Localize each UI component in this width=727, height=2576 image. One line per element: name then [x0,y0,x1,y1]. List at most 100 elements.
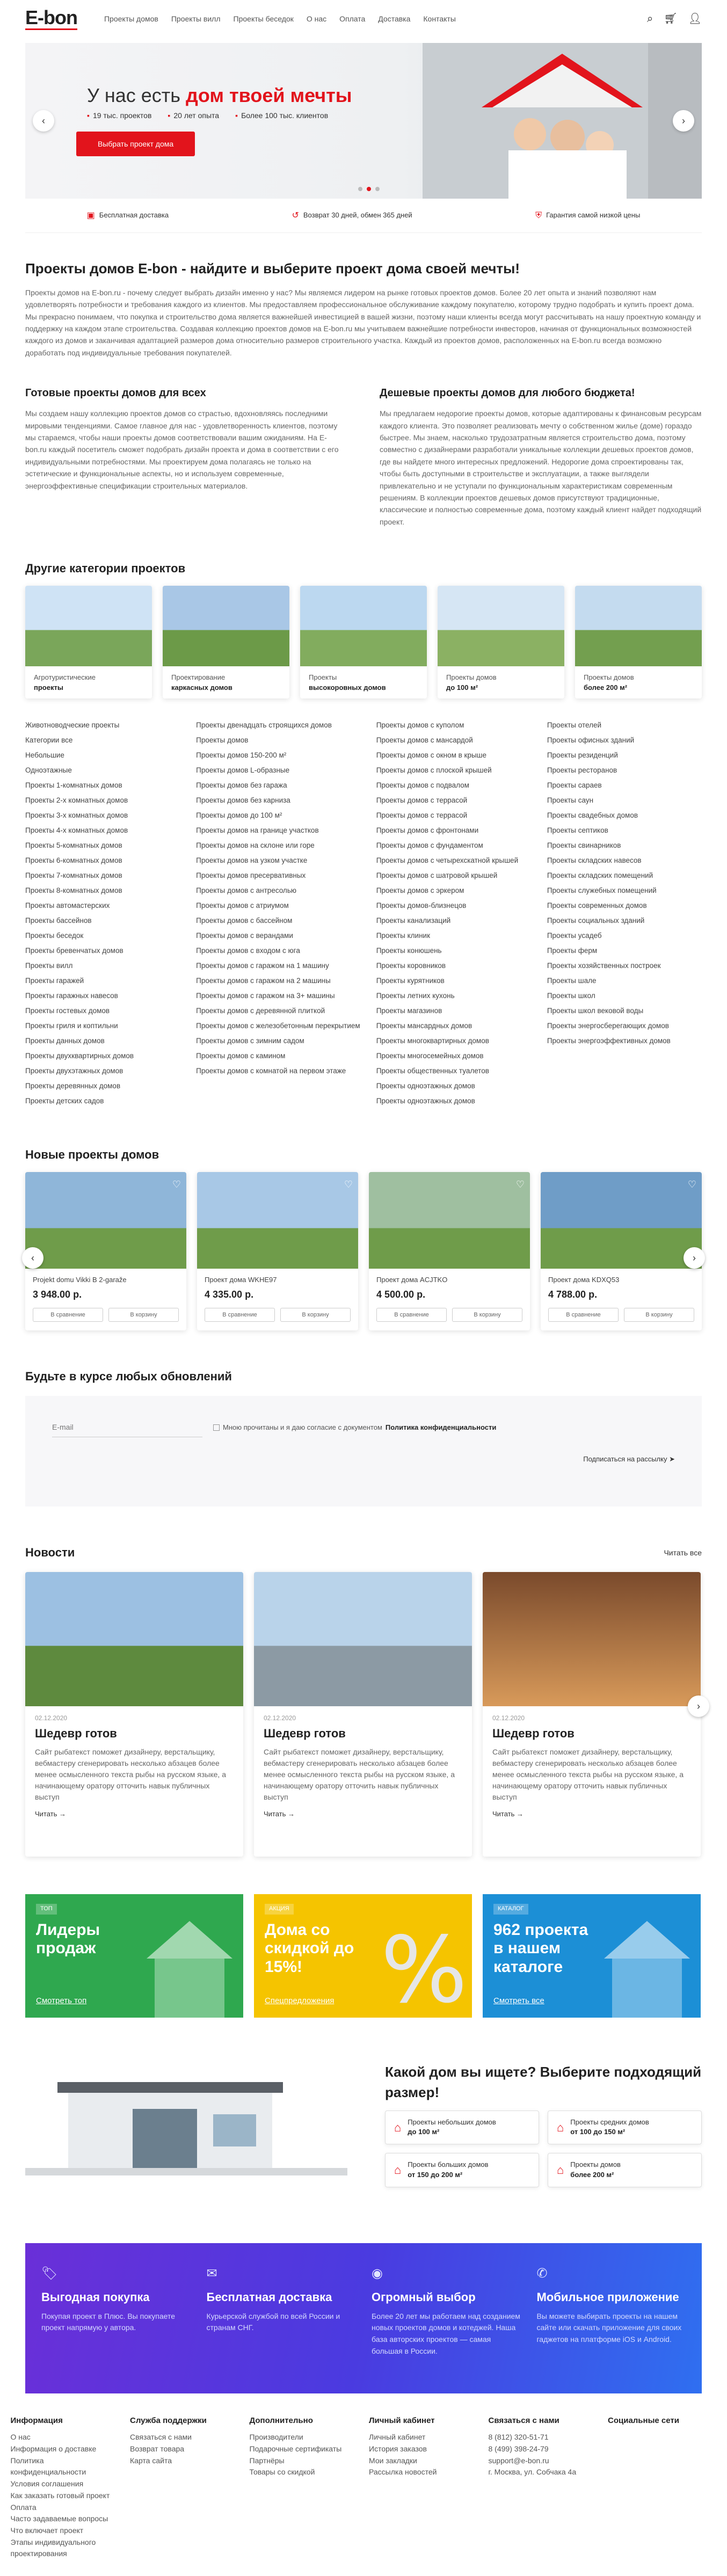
category-link[interactable]: Проекты одноэтажных домов [376,1094,531,1109]
category-card[interactable]: Проекты домов более 200 м² [575,586,702,698]
category-link[interactable]: Проекты ресторанов [547,763,702,778]
category-link[interactable]: Проекты домов с комнатой на первом этаже [196,1064,360,1079]
category-link[interactable]: Проекты гаражных навесов [25,988,180,1003]
category-link[interactable]: Проекты 1-комнатных домов [25,778,180,793]
category-link[interactable]: Проекты мансардных домов [376,1018,531,1034]
category-link[interactable]: Проекты курятников [376,973,531,988]
footer-link[interactable]: 8 (499) 398-24-79 [489,2443,598,2455]
category-link[interactable]: Проекты бассейнов [25,913,180,928]
category-link[interactable]: Проекты двенадцать строящихся домов [196,718,360,733]
category-link[interactable]: Проекты 5-комнатных домов [25,838,180,853]
category-link[interactable]: Проекты многосемейных домов [376,1049,531,1064]
category-link[interactable]: Проекты домов на узком участке [196,853,360,868]
subscribe-button[interactable]: Подписаться на рассылку ➤ [583,1455,675,1464]
category-link[interactable]: Проекты детских садов [25,1094,180,1109]
footer-link[interactable]: Возврат товара [130,2443,239,2455]
size-option-button[interactable]: ⌂ Проекты средних домов от 100 до 150 м² [548,2110,702,2145]
news-card[interactable]: 02.12.2020 Шедевр готов Сайт рыбатекст п… [25,1571,243,1857]
footer-link[interactable]: О нас [11,2432,120,2443]
chevron-right-icon[interactable]: › [688,1695,709,1717]
footer-link[interactable]: Оплата [11,2502,120,2514]
category-card[interactable]: Проекты домов до 100 м² [438,586,564,698]
footer-link[interactable]: История заказов [369,2443,478,2455]
category-link[interactable]: Проекты деревянных домов [25,1079,180,1094]
category-link[interactable]: Проекты складских навесов [547,853,702,868]
size-option-button[interactable]: ⌂ Проекты небольших домов до 100 м² [385,2110,539,2145]
category-link[interactable]: Проекты домов с камином [196,1049,360,1064]
heart-icon[interactable]: ♡ [172,1177,181,1191]
category-link[interactable]: Проекты общественных туалетов [376,1064,531,1079]
category-link[interactable]: Проекты домов с гаражом на 2 машины [196,973,360,988]
footer-link[interactable]: г. Москва, ул. Собчака 4а [489,2466,598,2478]
checkbox[interactable] [213,1424,220,1431]
add-to-cart-button[interactable]: В корзину [452,1307,522,1322]
category-link[interactable]: Проекты энергоэффективных домов [547,1034,702,1049]
category-link[interactable]: Проекты ферм [547,943,702,958]
category-link[interactable]: Проекты одноэтажных домов [376,1079,531,1094]
size-option-button[interactable]: ⌂ Проекты домов более 200 м² [548,2153,702,2187]
category-link[interactable]: Проекты гриля и коптильни [25,1018,180,1034]
category-link[interactable]: Проекты домов без гаража [196,778,360,793]
category-link[interactable]: Проекты канализаций [376,913,531,928]
cart-icon[interactable]: 🛒︎ [664,11,677,27]
category-link[interactable]: Проекты многоквартирных домов [376,1034,531,1049]
footer-link[interactable]: Товары со скидкой [250,2466,359,2478]
chevron-left-icon[interactable]: ‹ [33,110,54,132]
category-link[interactable]: Проекты домов с железобетонным перекрыти… [196,1018,360,1034]
news-card[interactable]: 02.12.2020 Шедевр готов Сайт рыбатекст п… [254,1571,472,1857]
promo-link[interactable]: Смотреть все [493,1995,544,2007]
category-link[interactable]: Проекты домов с куполом [376,718,531,733]
category-link[interactable]: Проекты домов с террасой [376,793,531,808]
category-link[interactable]: Проекты энергосберегающих домов [547,1018,702,1034]
category-link[interactable]: Категории все [25,733,180,748]
footer-link[interactable]: Этапы индивидуального проектирования [11,2537,120,2560]
slider-dot[interactable] [358,187,362,191]
category-link[interactable]: Проекты домов с верандами [196,928,360,943]
footer-link[interactable]: Как заказать готовый проект [11,2490,120,2502]
add-to-cart-button[interactable]: В корзину [108,1307,179,1322]
project-card[interactable]: ♡ Проект дома WKHE97 4 335.00 р. В сравн… [197,1171,358,1330]
chevron-right-icon[interactable]: › [684,1247,705,1269]
category-link[interactable]: Проекты автомастерских [25,898,180,913]
project-card[interactable]: ♡ Projekt domu Vikki B 2-garaže 3 948.00… [25,1171,186,1330]
compare-button[interactable]: В сравнение [548,1307,619,1322]
nav-item[interactable]: Доставка [378,13,410,24]
category-link[interactable]: Проекты домов без карниза [196,793,360,808]
category-link[interactable]: Проекты домов пресервативных [196,868,360,883]
category-card[interactable]: Проекты высокоровных домов [300,586,427,698]
footer-link[interactable]: Связаться с нами [130,2432,239,2443]
promo-banner[interactable]: ТОП Лидеры продаж Смотреть топ [25,1894,243,2018]
category-link[interactable]: Проекты домов с фундаментом [376,838,531,853]
news-card[interactable]: 02.12.2020 Шедевр готов Сайт рыбатекст п… [483,1571,701,1857]
category-link[interactable]: Проекты саун [547,793,702,808]
category-link[interactable]: Проекты 6-комнатных домов [25,853,180,868]
footer-link[interactable]: Политика конфиденциальности [11,2455,120,2478]
category-link[interactable]: Проекты домов [196,733,360,748]
compare-button[interactable]: В сравнение [205,1307,275,1322]
promo-link[interactable]: Спецпредложения [265,1995,334,2007]
read-link[interactable]: Читать → [25,1807,243,1822]
read-all-link[interactable]: Читать все [664,1547,702,1558]
category-card[interactable]: Агротуристические проекты [25,586,152,698]
category-link[interactable]: Проекты домов с бассейном [196,913,360,928]
category-link[interactable]: Проекты домов с гаражом на 1 машину [196,958,360,973]
category-link[interactable]: Проекты служебных помещений [547,883,702,898]
category-link[interactable]: Проекты гаражей [25,973,180,988]
promo-banner[interactable]: АКЦИЯ Дома со скидкой до 15%! Спецпредло… [254,1894,472,2018]
footer-link[interactable]: Карта сайта [130,2455,239,2467]
category-link[interactable]: Проекты отелей [547,718,702,733]
nav-item[interactable]: Проекты домов [104,13,158,24]
category-link[interactable]: Проекты домов с деревянной плиткой [196,1003,360,1018]
footer-link[interactable]: Мои закладки [369,2455,478,2467]
category-link[interactable]: Проекты бревенчатых домов [25,943,180,958]
category-link[interactable]: Проекты домов с эркером [376,883,531,898]
category-link[interactable]: Проекты школ [547,988,702,1003]
nav-item[interactable]: О нас [307,13,326,24]
category-link[interactable]: Проекты домов с фронтонами [376,823,531,838]
heart-icon[interactable]: ♡ [344,1177,353,1191]
category-link[interactable]: Проекты летних кухонь [376,988,531,1003]
logo[interactable]: E-bon [25,8,78,30]
read-link[interactable]: Читать → [483,1807,701,1822]
user-icon[interactable]: 👤︎ [688,11,702,27]
size-option-button[interactable]: ⌂ Проекты больших домов от 150 до 200 м² [385,2153,539,2187]
